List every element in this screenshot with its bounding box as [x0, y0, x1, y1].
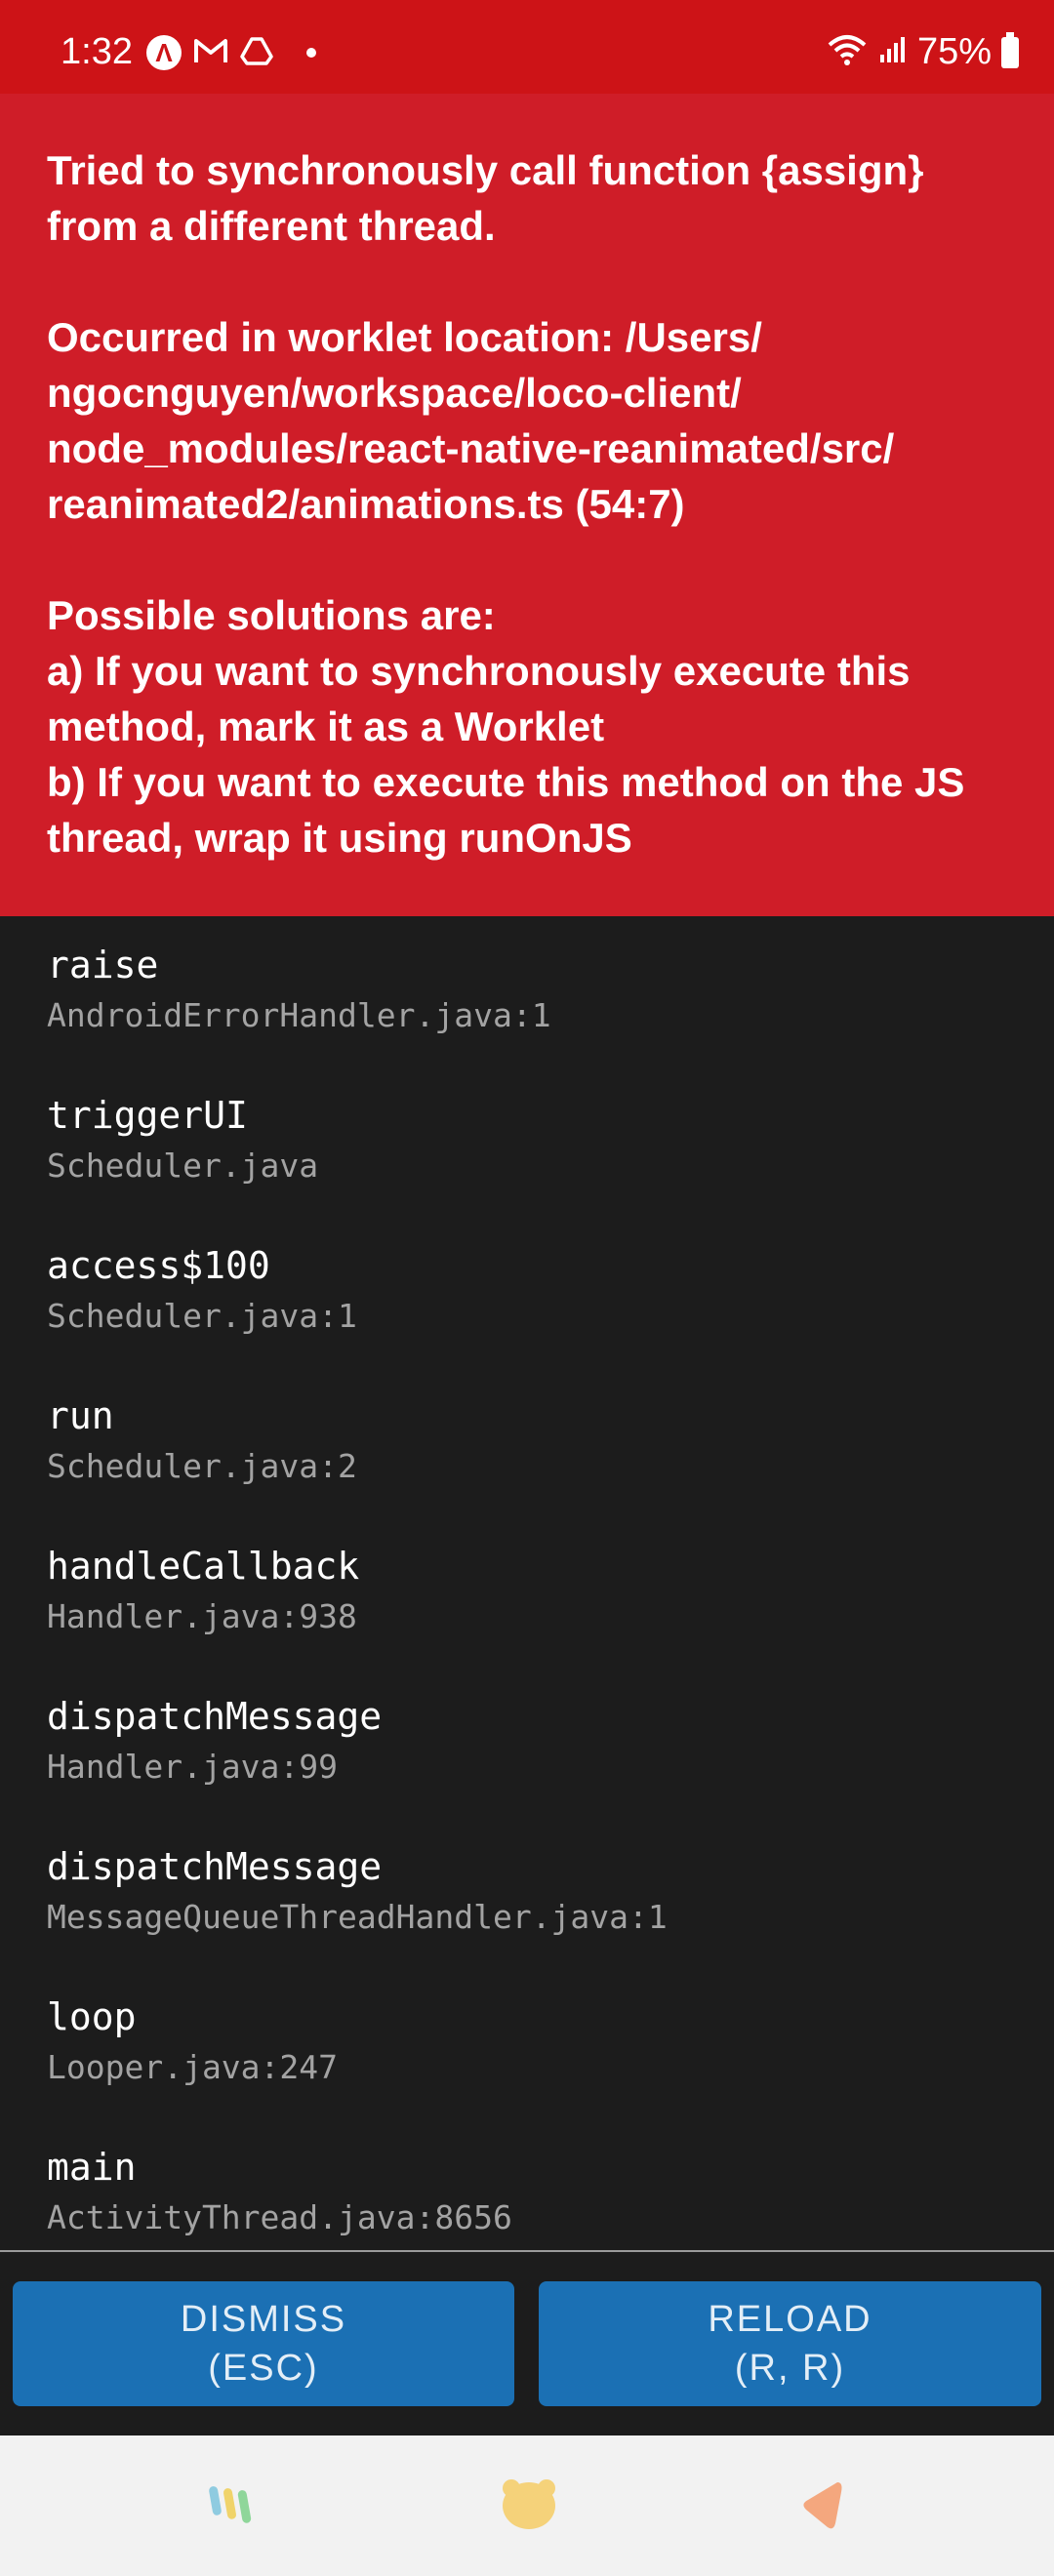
- back-icon[interactable]: [798, 2475, 847, 2538]
- status-time: 1:32: [61, 31, 133, 72]
- recent-apps-icon[interactable]: [205, 2475, 264, 2538]
- stack-frame[interactable]: dispatchMessage Handler.java:99: [47, 1695, 382, 1786]
- stack-frame[interactable]: loop Looper.java:247: [47, 1995, 338, 2086]
- stack-frame[interactable]: raise AndroidErrorHandler.java:1: [47, 944, 551, 1034]
- frame-method: dispatchMessage: [47, 1845, 383, 1888]
- wifi-icon: [826, 33, 869, 71]
- gmail-icon: [193, 36, 228, 70]
- battery-percentage: 75%: [916, 31, 992, 72]
- frame-method: handleCallback: [47, 1545, 360, 1588]
- frame-file: Scheduler.java: [47, 1147, 319, 1185]
- frame-file: Looper.java:247: [47, 2048, 339, 2086]
- frame-method: triggerUI: [47, 1094, 248, 1137]
- status-bar: 1:32 Λ 75%: [0, 0, 1054, 94]
- frame-method: raise: [47, 944, 159, 986]
- frame-file: MessageQueueThreadHandler.java:1: [47, 1898, 668, 1936]
- frame-file: AndroidErrorHandler.java:1: [47, 996, 551, 1034]
- system-status: 75%: [826, 31, 1019, 73]
- frame-file: Scheduler.java:2: [47, 1447, 357, 1485]
- battery-icon: [1001, 31, 1019, 68]
- navigation-bar: [0, 2435, 1054, 2576]
- frame-file: ActivityThread.java:8656: [47, 2198, 512, 2236]
- stack-frame[interactable]: dispatchMessage MessageQueueThreadHandle…: [47, 1845, 668, 1936]
- divider: [0, 2250, 1054, 2252]
- stack-frame[interactable]: triggerUI Scheduler.java: [47, 1094, 318, 1185]
- frame-method: dispatchMessage: [47, 1695, 383, 1738]
- stack-frame[interactable]: main ActivityThread.java:8656: [47, 2146, 512, 2236]
- drive-icon: [240, 36, 273, 70]
- dismiss-button[interactable]: DISMISS (ESC): [13, 2281, 514, 2406]
- frame-method: run: [47, 1394, 114, 1437]
- notification-dot-icon: [306, 48, 316, 58]
- frame-method: access$100: [47, 1244, 270, 1287]
- app-a-icon: Λ: [146, 35, 182, 70]
- dismiss-label: DISMISS: [180, 2299, 347, 2340]
- frame-file: Scheduler.java:1: [47, 1297, 357, 1335]
- home-icon[interactable]: [500, 2475, 558, 2538]
- stack-frame[interactable]: access$100 Scheduler.java:1: [47, 1244, 357, 1335]
- reload-shortcut: (R, R): [734, 2348, 846, 2389]
- notification-icons: Λ: [146, 35, 316, 70]
- reload-label: RELOAD: [708, 2299, 872, 2340]
- error-header: Tried to synchronously call function {as…: [0, 94, 1054, 916]
- stack-frame[interactable]: run Scheduler.java:2: [47, 1394, 357, 1485]
- error-message: Tried to synchronously call function {as…: [47, 147, 965, 861]
- frame-method: main: [47, 2146, 137, 2189]
- frame-file: Handler.java:938: [47, 1597, 357, 1635]
- reload-button[interactable]: RELOAD (R, R): [539, 2281, 1041, 2406]
- signal-icon: [878, 35, 908, 69]
- dismiss-shortcut: (ESC): [208, 2348, 319, 2389]
- frame-method: loop: [47, 1995, 137, 2038]
- frame-file: Handler.java:99: [47, 1748, 339, 1786]
- stack-frame[interactable]: handleCallback Handler.java:938: [47, 1545, 359, 1635]
- stack-trace-list[interactable]: raise AndroidErrorHandler.java:1 trigger…: [0, 916, 1054, 2250]
